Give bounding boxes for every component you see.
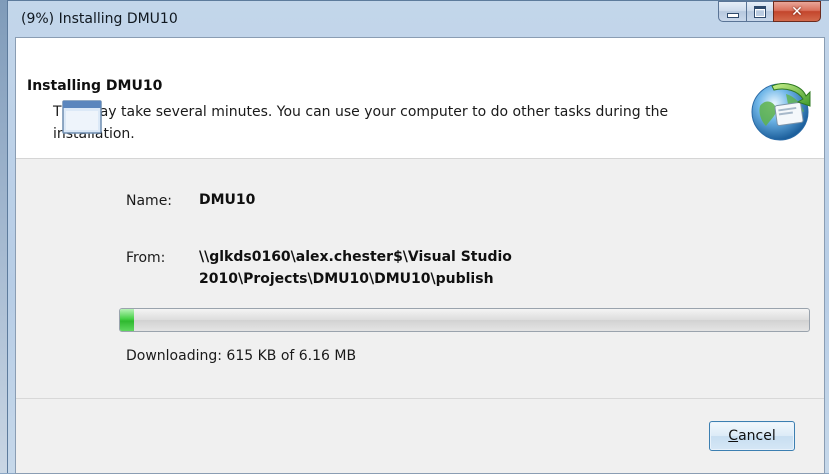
minimize-icon	[726, 12, 739, 18]
name-value: DMU10	[199, 192, 256, 208]
close-button[interactable]: ✕	[773, 1, 821, 22]
maximize-icon	[754, 5, 766, 18]
download-status: Downloading: 615 KB of 6.16 MB	[126, 348, 357, 364]
cancel-label: ancel	[738, 428, 776, 444]
dialog-footer	[16, 398, 824, 459]
progress-fill	[120, 309, 134, 331]
close-icon: ✕	[791, 3, 803, 20]
from-label: From:	[126, 250, 166, 266]
dialog-header: Installing DMU10 This may take several m…	[16, 38, 824, 159]
window-title: (9%) Installing DMU10	[21, 11, 178, 27]
from-value-line1: \\glkds0160\alex.chester$\Visual Studio	[199, 249, 512, 265]
name-label: Name:	[126, 193, 173, 209]
cancel-button[interactable]: Cancel	[709, 421, 795, 451]
header-title: Installing DMU10	[27, 78, 163, 94]
from-value-line2: 2010\Projects\DMU10\DMU10\publish	[199, 271, 494, 287]
installer-window: (9%) Installing DMU10 ✕ Installing DMU10…	[7, 0, 829, 474]
cancel-accesskey: C	[728, 428, 739, 444]
dialog-client-area: Installing DMU10 This may take several m…	[15, 37, 825, 474]
download-progress-bar	[119, 308, 810, 332]
caption-buttons: ✕	[718, 1, 821, 23]
minimize-button[interactable]	[718, 1, 746, 22]
application-window-icon	[62, 100, 102, 134]
maximize-button	[746, 1, 773, 22]
title-bar[interactable]: (9%) Installing DMU10 ✕	[8, 1, 829, 37]
globe-installer-icon	[751, 83, 811, 141]
header-description: This may take several minutes. You can u…	[53, 104, 669, 142]
